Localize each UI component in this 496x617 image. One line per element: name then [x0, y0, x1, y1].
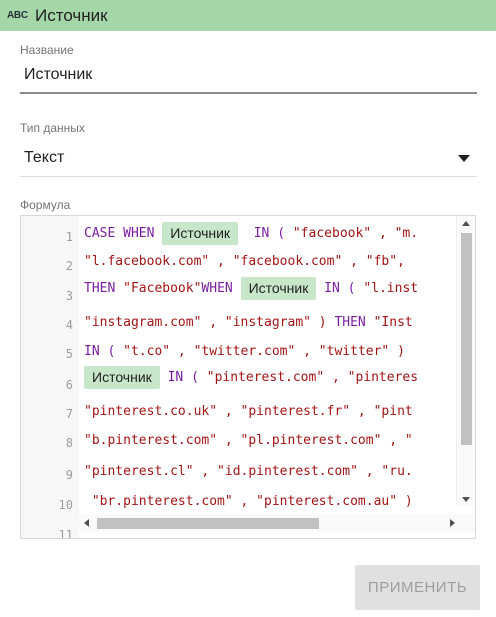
name-input-underline — [20, 92, 477, 94]
line-number: 10 — [58, 498, 73, 512]
line-number: 8 — [65, 436, 73, 450]
data-type-underline — [20, 176, 477, 177]
code-line: "l.facebook.com" , "facebook.com" , "fb"… — [84, 254, 405, 269]
line-number: 9 — [65, 468, 73, 482]
code-line: "b.pinterest.com" , "pl.pinterest.com" ,… — [84, 433, 413, 448]
code-line: "instagram.com" , "instagram" ) THEN "In… — [84, 315, 413, 330]
code-line: THEN "Facebook"WHEN Источник IN ( "l.ins… — [84, 277, 418, 300]
line-number: 7 — [65, 407, 73, 421]
vertical-scrollbar[interactable] — [456, 216, 475, 506]
apply-button[interactable]: ПРИМЕНИТЬ — [355, 565, 480, 610]
code-line: Источник IN ( "pinterest.com" , "pintere… — [84, 366, 418, 389]
scroll-right-icon[interactable] — [450, 519, 455, 527]
data-type-select[interactable]: Текст — [24, 149, 64, 167]
line-number: 11 — [58, 528, 73, 539]
line-number: 2 — [65, 259, 73, 273]
field-chip[interactable]: Источник — [84, 366, 160, 389]
line-number: 4 — [65, 318, 73, 332]
name-label: Название — [20, 43, 74, 57]
code-line: "pinterest.co.uk" , "pinterest.fr" , "pi… — [84, 404, 413, 419]
code-line: CASE WHEN Источник IN ( "facebook" , "m. — [84, 222, 418, 245]
dropdown-arrow-icon[interactable] — [458, 155, 470, 162]
data-type-label: Тип данных — [20, 121, 85, 135]
line-number: 3 — [65, 289, 73, 303]
field-chip[interactable]: Источник — [162, 222, 239, 245]
text-type-icon: ABC — [7, 10, 28, 21]
line-number: 6 — [65, 378, 73, 392]
formula-editor[interactable]: 1 2 3 4 5 6 7 8 9 10 11 CASE WHEN Источн… — [20, 215, 476, 539]
formula-label: Формула — [20, 198, 71, 212]
field-chip[interactable]: Источник — [240, 277, 317, 300]
line-number: 1 — [65, 230, 73, 244]
scroll-down-icon[interactable] — [462, 497, 470, 502]
dialog-header: ABC Источник — [0, 0, 496, 31]
horizontal-scroll-thumb[interactable] — [97, 518, 319, 529]
horizontal-scrollbar[interactable] — [79, 514, 475, 532]
line-number-gutter: 1 2 3 4 5 6 7 8 9 10 11 — [21, 216, 79, 538]
vertical-scroll-thumb[interactable] — [461, 233, 472, 445]
scroll-up-icon[interactable] — [462, 221, 470, 226]
name-input[interactable]: Источник — [24, 66, 92, 84]
code-line: IN ( "t.co" , "twitter.com" , "twitter" … — [84, 344, 413, 359]
code-line: "pinterest.cl" , "id.pinterest.com" , "r… — [84, 464, 413, 479]
scroll-left-icon[interactable] — [84, 519, 89, 527]
line-number: 5 — [65, 347, 73, 361]
code-line: "br.pinterest.com" , "pinterest.com.au" … — [84, 494, 413, 509]
dialog-title: Источник — [35, 5, 108, 25]
